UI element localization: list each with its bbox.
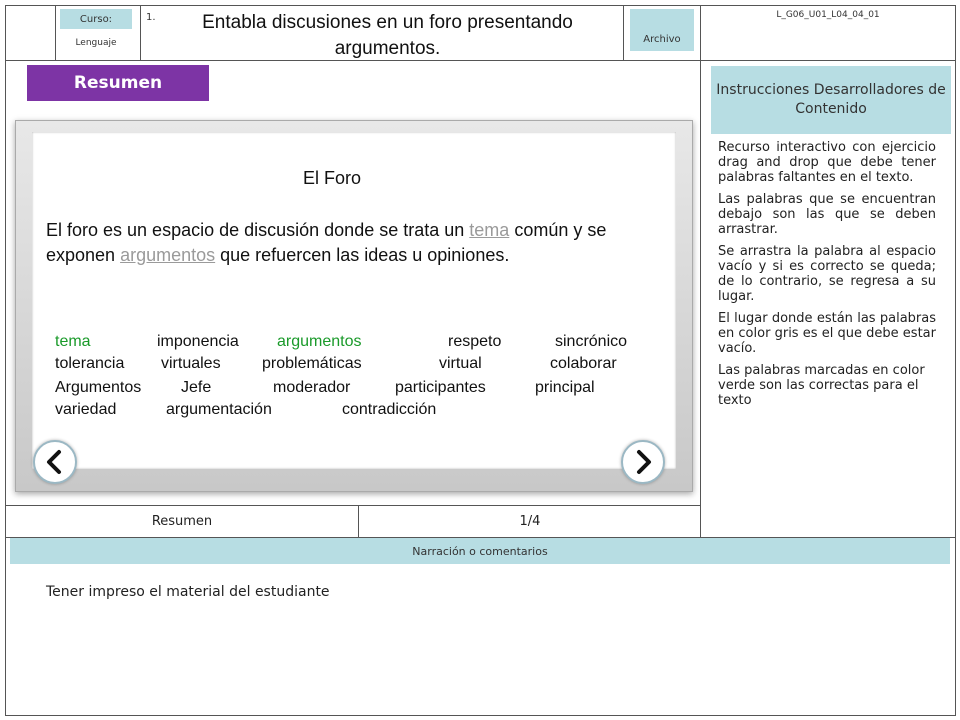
text-segment: El foro es un espacio de discusión donde…	[46, 220, 470, 240]
instruction-paragraph: El lugar donde están las palabras en col…	[718, 311, 936, 356]
narration-heading: Narración o comentarios	[10, 538, 950, 564]
instruction-paragraph: Las palabras marcadas en color verde son…	[718, 363, 925, 408]
footer-section-name: Resumen	[151, 513, 213, 529]
draggable-word[interactable]: principal	[535, 379, 595, 397]
header-col-2	[140, 5, 141, 61]
draggable-word[interactable]: sincrónico	[555, 333, 627, 351]
chevron-right-icon	[637, 450, 651, 474]
page-title: Entabla discusiones en un foro presentan…	[202, 12, 573, 59]
subject-label: Lenguaje	[75, 38, 117, 48]
outer-border-top	[5, 5, 956, 6]
draggable-word[interactable]: imponencia	[157, 333, 239, 351]
draggable-word[interactable]: respeto	[448, 333, 501, 351]
chevron-left-icon	[47, 450, 61, 474]
instruction-paragraph: Recurso interactivo con ejercicio drag a…	[718, 140, 936, 185]
slide-paragraph: El foro es un espacio de discusión donde…	[46, 218, 676, 268]
content-col-divider	[700, 60, 701, 538]
header-col-1	[55, 5, 56, 61]
drop-target-1[interactable]: tema	[469, 220, 509, 240]
section-tab-resumen: Resumen	[27, 65, 209, 101]
draggable-word[interactable]: virtual	[439, 355, 482, 373]
draggable-word[interactable]: Jefe	[181, 379, 211, 397]
draggable-word[interactable]: contradicción	[342, 401, 436, 419]
draggable-word[interactable]: argumentación	[166, 401, 272, 419]
draggable-word[interactable]: tolerancia	[55, 355, 124, 373]
footer-col-divider	[358, 505, 359, 538]
header-col-3	[623, 5, 624, 61]
instructions-body: Recurso interactivo con ejercicio drag a…	[718, 140, 936, 415]
draggable-word[interactable]: colaborar	[550, 355, 617, 373]
instruction-paragraph: Las palabras que se encuentran debajo so…	[718, 192, 936, 237]
narration-text: Tener impreso el material del estudiante	[46, 584, 330, 600]
draggable-word[interactable]: moderador	[273, 379, 350, 397]
outer-border-bottom	[5, 715, 956, 716]
outer-border-right	[955, 5, 956, 716]
draggable-word[interactable]: variedad	[55, 401, 116, 419]
draggable-word[interactable]: virtuales	[161, 355, 221, 373]
next-slide-button[interactable]	[621, 440, 665, 484]
slide-title: El Foro	[302, 168, 362, 188]
course-label: Curso:	[60, 9, 132, 29]
instructions-heading: Instrucciones Desarrolladores de Conteni…	[711, 66, 951, 134]
outer-border-left	[5, 5, 6, 716]
draggable-word[interactable]: Argumentos	[55, 379, 141, 397]
instruction-paragraph: Se arrastra la palabra al espacio vacío …	[718, 244, 936, 304]
draggable-word[interactable]: tema	[55, 333, 91, 351]
item-number: 1.	[146, 12, 156, 23]
draggable-word[interactable]: problemáticas	[262, 355, 362, 373]
page-indicator: 1/4	[519, 513, 541, 529]
draggable-word[interactable]: argumentos	[277, 333, 362, 351]
draggable-word[interactable]: participantes	[395, 379, 486, 397]
text-segment: que refuercen las ideas u opiniones.	[215, 245, 510, 265]
resource-code: L_G06_U01_L04_04_01	[776, 10, 880, 20]
prev-slide-button[interactable]	[33, 440, 77, 484]
drop-target-2[interactable]: argumentos	[120, 245, 215, 265]
archivo-label: Archivo	[630, 9, 694, 51]
